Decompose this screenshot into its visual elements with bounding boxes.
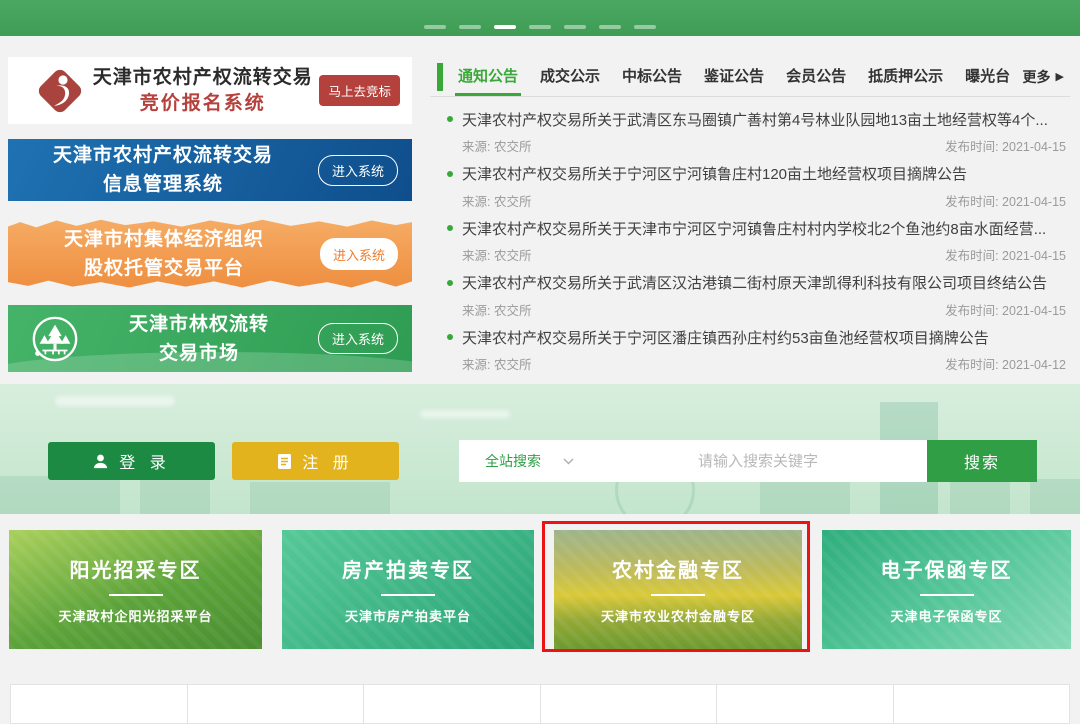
tab-attestation[interactable]: 鉴证公告 [701,57,767,96]
carousel-dot-active[interactable] [494,25,516,29]
bidding-system-title: 天津市农村产权流转交易 竞价报名系统 [86,65,319,116]
footer-cell[interactable] [541,685,718,723]
exchange-logo-icon [34,65,86,117]
zone-card-e-guarantee[interactable]: 电子保函专区 天津电子保函专区 [822,530,1071,649]
carousel-dot[interactable] [634,25,656,29]
go-bid-button[interactable]: 马上去竞标 [319,75,400,106]
search-band: 登 录 注 册 全站搜索 搜索 [0,384,1080,514]
tab-accent-bar [437,63,443,91]
equity-platform-title: 天津市村集体经济组织 股权托管交易平台 [8,225,320,283]
divider [920,594,974,596]
search-input[interactable] [589,440,927,482]
divider [651,594,705,596]
footer-cell[interactable] [364,685,541,723]
announcement-source: 来源: 农交所 [462,136,531,155]
announcement-source: 来源: 农交所 [462,300,531,319]
footer-cell[interactable] [188,685,365,723]
forest-market-banner[interactable]: 天津市林权流转 交易市场 进入系统 [8,305,412,372]
announcement-date: 发布时间: 2021-04-15 [945,191,1066,210]
announcement-date: 发布时间: 2021-04-15 [945,245,1066,264]
forest-market-title: 天津市林权流转 交易市场 [80,310,318,368]
tab-exposure[interactable]: 曝光台 [962,57,1013,96]
carousel-banner [0,0,1080,36]
carousel-dot[interactable] [459,25,481,29]
announcement-date: 发布时间: 2021-04-15 [945,300,1066,319]
announcement-link[interactable]: 天津农村产权交易所关于宁河区宁河镇鲁庄村120亩土地经营权项目摘牌公告 [462,163,967,184]
bullet-icon [447,225,453,231]
enter-info-system-button[interactable]: 进入系统 [318,155,398,186]
divider [109,594,163,596]
tab-deal-publicity[interactable]: 成交公示 [537,57,603,96]
tab-member[interactable]: 会员公告 [783,57,849,96]
announcement-link[interactable]: 天津农村产权交易所关于天津市宁河区宁河镇鲁庄村村内学校北2个鱼池约8亩水面经营.… [462,218,1046,239]
tab-notice[interactable]: 通知公告 [455,57,521,96]
footer-cell[interactable] [894,685,1070,723]
announcement-list: 天津农村产权交易所关于武清区东马圈镇广善村第4号林业队园地13亩土地经营权等4个… [430,105,1070,378]
more-link[interactable]: 更多 ▶ [1023,67,1064,87]
announcement-link[interactable]: 天津农村产权交易所关于武清区汉沽港镇二街村原天津凯得利科技有限公司项目终结公告 [462,272,1047,293]
list-item: 天津农村产权交易所关于宁河区宁河镇鲁庄村120亩土地经营权项目摘牌公告 来源: … [430,160,1070,215]
announcement-link[interactable]: 天津农村产权交易所关于武清区东马圈镇广善村第4号林业队园地13亩土地经营权等4个… [462,109,1048,130]
announcement-date: 发布时间: 2021-04-15 [945,136,1066,155]
info-system-title: 天津市农村产权流转交易 信息管理系统 [8,141,318,199]
site-title: 天津市农村产权流转交易 [86,65,319,91]
announcement-link[interactable]: 天津农村产权交易所关于宁河区潘庄镇西孙庄村约53亩鱼池经营权项目摘牌公告 [462,327,989,348]
enter-equity-system-button[interactable]: 进入系统 [320,238,398,270]
carousel-dots [424,25,656,29]
carousel-dot[interactable] [599,25,621,29]
bullet-icon [447,334,453,340]
info-system-banner[interactable]: 天津市农村产权流转交易 信息管理系统 进入系统 [8,139,412,201]
bullet-icon [447,116,453,122]
equity-platform-banner[interactable]: 天津市村集体经济组织 股权托管交易平台 进入系统 [8,216,412,292]
forest-icon [30,314,80,364]
announcement-source: 来源: 农交所 [462,245,531,264]
tab-pledge[interactable]: 抵质押公示 [865,57,946,96]
register-button[interactable]: 注 册 [232,442,399,480]
footer-cell[interactable] [717,685,894,723]
chevron-down-icon [563,458,574,465]
user-icon [92,453,109,470]
tab-winning-bid[interactable]: 中标公告 [619,57,685,96]
announcement-source: 来源: 农交所 [462,191,531,210]
more-arrow-icon: ▶ [1056,70,1064,83]
list-item: 天津农村产权交易所关于天津市宁河区宁河镇鲁庄村村内学校北2个鱼池约8亩水面经营.… [430,214,1070,269]
bidding-system-card: 天津市农村产权流转交易 竞价报名系统 马上去竞标 [8,57,412,124]
search-button[interactable]: 搜索 [927,440,1037,482]
carousel-dot[interactable] [529,25,551,29]
list-item: 天津农村产权交易所关于武清区汉沽港镇二街村原天津凯得利科技有限公司项目终结公告 … [430,269,1070,324]
register-card-icon [277,453,292,470]
zone-card-sunshine-procurement[interactable]: 阳光招采专区 天津政村企阳光招采平台 [9,530,262,649]
zone-card-rural-finance[interactable]: 农村金融专区 天津市农业农村金融专区 [554,530,802,649]
footer-links-strip [10,684,1070,724]
bullet-icon [447,280,453,286]
list-item: 天津农村产权交易所关于武清区东马圈镇广善村第4号林业队园地13亩土地经营权等4个… [430,105,1070,160]
divider [381,594,435,596]
carousel-dot[interactable] [424,25,446,29]
search-scope-select[interactable]: 全站搜索 [459,451,589,471]
site-subtitle: 竞价报名系统 [86,91,319,117]
carousel-dot[interactable] [564,25,586,29]
announcement-panel: 通知公告 成交公示 中标公告 鉴证公告 会员公告 抵质押公示 曝光台 更多 ▶ … [430,57,1070,383]
footer-cell[interactable] [11,685,188,723]
announcement-tabs: 通知公告 成交公示 中标公告 鉴证公告 会员公告 抵质押公示 曝光台 更多 ▶ [430,57,1070,97]
bullet-icon [447,171,453,177]
site-search: 全站搜索 搜索 [459,440,1037,482]
enter-forest-system-button[interactable]: 进入系统 [318,323,398,354]
zone-card-real-estate-auction[interactable]: 房产拍卖专区 天津市房产拍卖平台 [282,530,534,649]
announcement-source: 来源: 农交所 [462,354,531,373]
announcement-date: 发布时间: 2021-04-12 [945,354,1066,373]
login-button[interactable]: 登 录 [48,442,215,480]
list-item: 天津农村产权交易所关于宁河区潘庄镇西孙庄村约53亩鱼池经营权项目摘牌公告 来源:… [430,323,1070,378]
